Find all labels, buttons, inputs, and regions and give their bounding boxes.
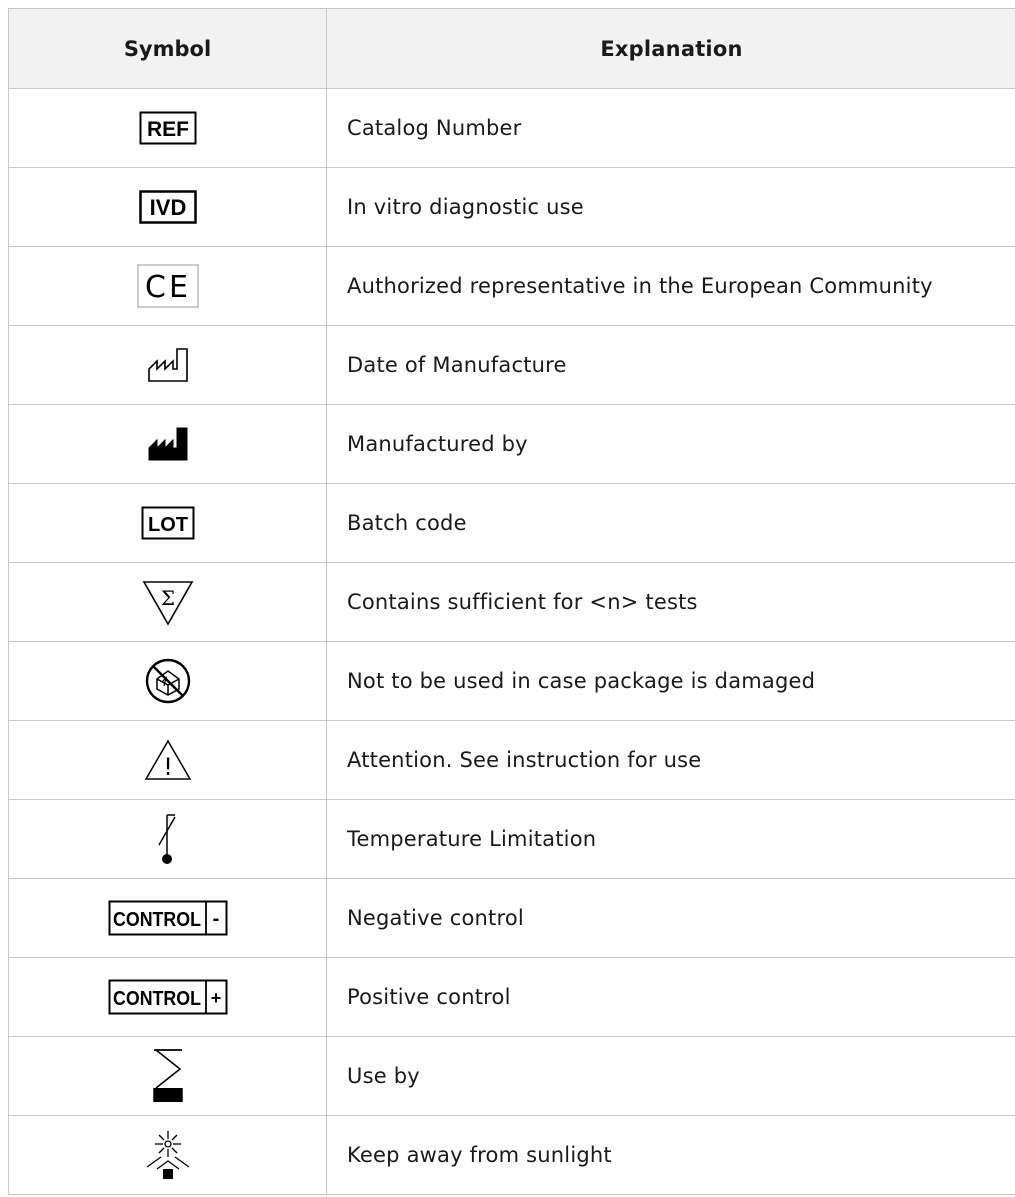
keep-away-sunlight-icon	[9, 1116, 327, 1194]
explanation-text: Temperature Limitation	[347, 827, 597, 851]
table-row: LOT Batch code	[9, 484, 1015, 563]
explanation-text: Keep away from sunlight	[347, 1143, 612, 1167]
ivd-icon: IVD	[9, 168, 327, 246]
table-header: Symbol Explanation	[9, 9, 1015, 89]
header-explanation: Explanation	[600, 36, 743, 61]
ref-label: REF	[147, 118, 189, 141]
explanation-text: Batch code	[347, 511, 467, 535]
do-not-use-damaged-package-icon	[9, 642, 327, 720]
header-symbol: Symbol	[9, 9, 327, 88]
ref-icon: REF	[9, 89, 327, 167]
explanation-text: Not to be used in case package is damage…	[347, 669, 816, 693]
ce-label: CE	[145, 270, 191, 305]
control-positive-label: CONTROL	[113, 988, 201, 1010]
lot-icon: LOT	[9, 484, 327, 562]
explanation-text: Catalog Number	[347, 116, 522, 140]
table-row: CE Authorized representative in the Euro…	[9, 247, 1015, 326]
explanation-text: Date of Manufacture	[347, 353, 567, 377]
caution-mark: !	[163, 753, 173, 781]
explanation-text: Negative control	[347, 906, 524, 930]
explanation-text: Manufactured by	[347, 432, 528, 456]
table-row: CONTROL - Negative control	[9, 879, 1015, 958]
table-row: Date of Manufacture	[9, 326, 1015, 405]
manufacturer-icon	[9, 405, 327, 483]
table-row: Temperature Limitation	[9, 800, 1015, 879]
table-row: ! Attention. See instruction for use	[9, 721, 1015, 800]
table-row: Keep away from sunlight	[9, 1116, 1015, 1195]
control-positive-icon: CONTROL +	[9, 958, 327, 1036]
explanation-text: Authorized representative in the Europea…	[347, 274, 933, 298]
table-row: CONTROL + Positive control	[9, 958, 1015, 1037]
control-negative-icon: CONTROL -	[9, 879, 327, 957]
explanation-text: Positive control	[347, 985, 511, 1009]
caution-triangle-icon: !	[9, 721, 327, 799]
table-row: Manufactured by	[9, 405, 1015, 484]
sigma-triangle-icon: Σ	[9, 563, 327, 641]
ce-mark-icon: CE	[9, 247, 327, 325]
explanation-text: Contains sufficient for <n> tests	[347, 590, 698, 614]
date-of-manufacture-icon	[9, 326, 327, 404]
table-row: Use by	[9, 1037, 1015, 1116]
explanation-text: Attention. See instruction for use	[347, 748, 702, 772]
explanation-text: Use by	[347, 1064, 420, 1088]
table-row: IVD In vitro diagnostic use	[9, 168, 1015, 247]
table-row: REF Catalog Number	[9, 89, 1015, 168]
explanation-text: In vitro diagnostic use	[347, 195, 584, 219]
control-negative-label: CONTROL	[113, 909, 201, 931]
thermometer-icon	[9, 800, 327, 878]
ivd-label: IVD	[149, 195, 186, 220]
control-negative-sign: -	[212, 908, 219, 930]
table-row: Not to be used in case package is damage…	[9, 642, 1015, 721]
sigma-label: Σ	[160, 586, 174, 610]
symbols-table: Symbol Explanation REF Catalog Number IV…	[8, 8, 1015, 1195]
control-positive-sign: +	[210, 988, 221, 1008]
hourglass-icon	[9, 1037, 327, 1115]
lot-label: LOT	[148, 514, 188, 536]
table-row: Σ Contains sufficient for <n> tests	[9, 563, 1015, 642]
